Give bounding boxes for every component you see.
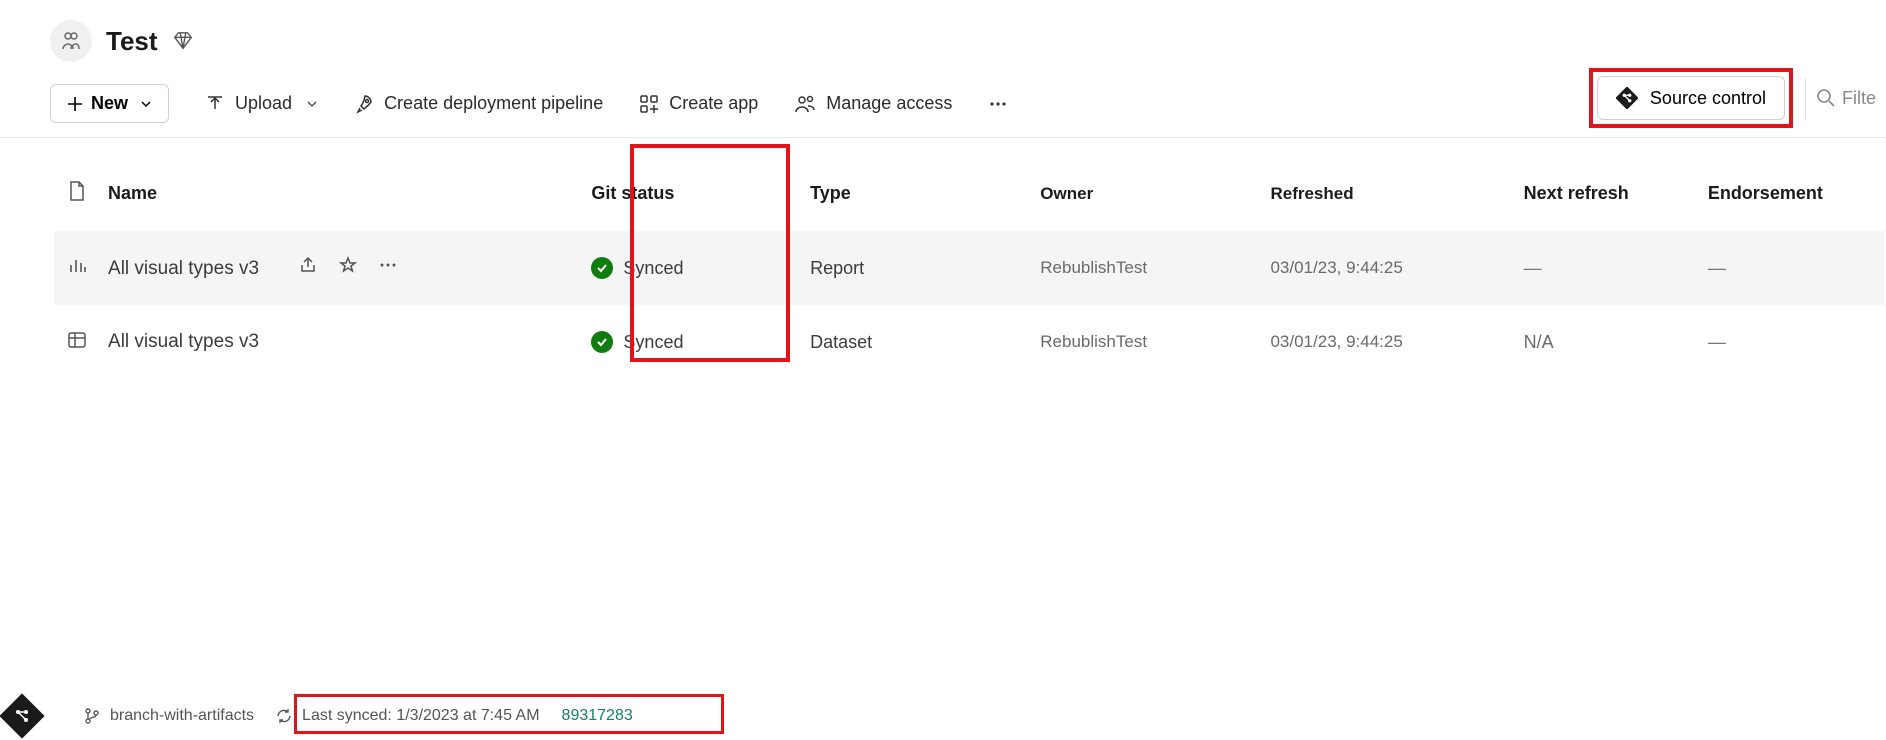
- col-next-refresh[interactable]: Next refresh: [1516, 164, 1700, 231]
- people-icon: [794, 93, 816, 115]
- table-row[interactable]: All visual types v3 Synced ReportRebublish…: [54, 231, 1884, 305]
- item-name-cell[interactable]: All visual types v3: [100, 305, 583, 379]
- toolbar: New Upload Create deployment pipeline Cr…: [0, 80, 1886, 138]
- git-status-text: Synced: [623, 258, 683, 279]
- git-status-cell: Synced: [583, 305, 802, 379]
- source-control-label: Source control: [1650, 88, 1766, 109]
- search-icon: [1816, 88, 1836, 108]
- synced-check-icon: [591, 331, 613, 353]
- synced-check-icon: [591, 257, 613, 279]
- premium-diamond-icon: [172, 30, 194, 52]
- report-icon: [54, 231, 100, 305]
- chevron-down-icon: [140, 98, 152, 110]
- next-refresh-cell: —: [1516, 231, 1700, 305]
- col-endorsement[interactable]: Endorsement: [1700, 164, 1884, 231]
- highlight-source-control: Source control: [1589, 68, 1793, 128]
- plus-icon: [67, 96, 83, 112]
- row-actions: [299, 256, 397, 279]
- source-control-button[interactable]: Source control: [1597, 76, 1785, 120]
- upload-button[interactable]: Upload: [205, 93, 318, 114]
- ellipsis-icon[interactable]: [379, 256, 397, 279]
- new-button[interactable]: New: [50, 84, 169, 123]
- item-name: All visual types v3: [108, 331, 259, 352]
- upload-label: Upload: [235, 93, 292, 114]
- create-app-button[interactable]: Create app: [639, 93, 758, 114]
- owner-cell: RebublishTest: [1032, 231, 1262, 305]
- star-icon[interactable]: [339, 256, 357, 279]
- type-cell: Dataset: [802, 305, 1032, 379]
- more-actions-button[interactable]: [988, 94, 1008, 114]
- last-synced-text: Last synced: 1/3/2023 at 7:45 AM: [302, 707, 540, 725]
- workspace-title: Test: [106, 26, 158, 57]
- ellipsis-icon: [988, 94, 1008, 114]
- owner-cell: RebublishTest: [1032, 305, 1262, 379]
- col-refreshed[interactable]: Refreshed: [1262, 164, 1515, 231]
- last-synced[interactable]: Last synced: 1/3/2023 at 7:45 AM: [276, 707, 540, 725]
- branch-indicator[interactable]: branch-with-artifacts: [84, 707, 254, 725]
- sync-icon: [276, 708, 292, 724]
- item-name: All visual types v3: [108, 258, 259, 279]
- filter-placeholder: Filte: [1842, 88, 1876, 109]
- file-icon: [68, 180, 86, 202]
- workspace-icon: [50, 20, 92, 62]
- branch-name: branch-with-artifacts: [110, 707, 254, 725]
- type-cell: Report: [802, 231, 1032, 305]
- app-grid-icon: [639, 94, 659, 114]
- endorsement-cell: —: [1700, 305, 1884, 379]
- content-table: Name Git status Type Owner Refreshed Nex…: [54, 164, 1884, 379]
- refreshed-cell: 03/01/23, 9:44:25: [1262, 231, 1515, 305]
- git-status-bar: branch-with-artifacts Last synced: 1/3/2…: [0, 692, 1886, 740]
- filter-search[interactable]: Filte: [1805, 78, 1886, 119]
- create-pipeline-button[interactable]: Create deployment pipeline: [354, 93, 603, 114]
- git-icon: [1616, 87, 1638, 109]
- next-refresh-cell: N/A: [1516, 305, 1700, 379]
- col-name[interactable]: Name: [100, 164, 583, 231]
- git-status-cell: Synced: [583, 231, 802, 305]
- git-logo-icon: [0, 693, 45, 738]
- create-pipeline-label: Create deployment pipeline: [384, 93, 603, 114]
- table-row[interactable]: All visual types v3 Synced DatasetRebublis…: [54, 305, 1884, 379]
- commit-id[interactable]: 89317283: [562, 707, 633, 725]
- refreshed-cell: 03/01/23, 9:44:25: [1262, 305, 1515, 379]
- endorsement-cell: —: [1700, 231, 1884, 305]
- item-name-cell[interactable]: All visual types v3: [100, 231, 583, 305]
- manage-access-label: Manage access: [826, 93, 952, 114]
- new-button-label: New: [91, 93, 128, 114]
- content-table-wrap: Name Git status Type Owner Refreshed Nex…: [0, 138, 1886, 379]
- col-icon: [54, 164, 100, 231]
- create-app-label: Create app: [669, 93, 758, 114]
- dataset-icon: [54, 305, 100, 379]
- rocket-icon: [354, 94, 374, 114]
- col-owner[interactable]: Owner: [1032, 164, 1262, 231]
- branch-icon: [84, 708, 100, 724]
- col-git-status[interactable]: Git status: [583, 164, 802, 231]
- upload-icon: [205, 94, 225, 114]
- manage-access-button[interactable]: Manage access: [794, 93, 952, 115]
- share-icon[interactable]: [299, 256, 317, 279]
- git-status-text: Synced: [623, 332, 683, 353]
- col-type[interactable]: Type: [802, 164, 1032, 231]
- chevron-down-icon: [306, 98, 318, 110]
